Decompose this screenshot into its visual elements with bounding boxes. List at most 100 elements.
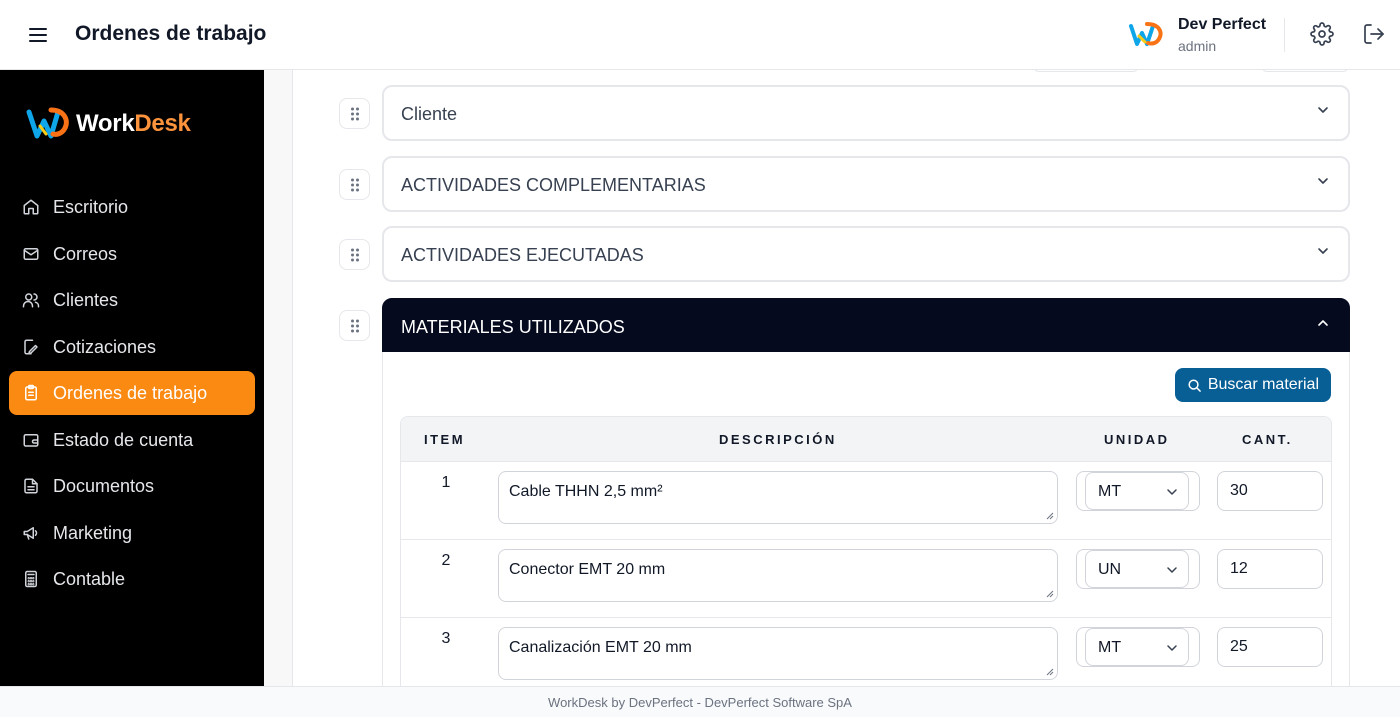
sidebar-item-ordenes-de-trabajo[interactable]: Ordenes de trabajo: [9, 371, 255, 415]
clipboard-icon: [25, 384, 37, 401]
partial-button[interactable]: [1033, 70, 1139, 72]
section-actividades-ejecutadas[interactable]: ACTIVIDADES EJECUTADAS: [382, 226, 1350, 282]
brand-name: WorkDesk: [76, 110, 191, 137]
description-textarea[interactable]: Cable THHN 2,5 mm²: [498, 471, 1058, 524]
description-textarea[interactable]: Canalización EMT 20 mm: [498, 627, 1058, 680]
sidebar-item-documentos[interactable]: Documentos: [9, 464, 255, 508]
users-icon: [22, 293, 40, 308]
main-content: Cliente ACTIVIDADES COMPLEMENTARIAS ACTI…: [264, 70, 1400, 686]
user-logo-icon: [1127, 15, 1165, 53]
item-number: 1: [441, 474, 451, 491]
unit-select[interactable]: UN: [1085, 550, 1189, 588]
section-actividades-complementarias[interactable]: ACTIVIDADES COMPLEMENTARIAS: [382, 156, 1350, 212]
drag-handle[interactable]: [339, 169, 370, 200]
search-material-label: Buscar material: [1207, 376, 1319, 393]
menu-icon: [29, 28, 47, 42]
home-icon: [23, 199, 39, 215]
table-header: ITEM DESCRIPCIÓN UNIDAD CANT.: [401, 417, 1331, 462]
chevron-down-icon: [1167, 567, 1177, 573]
drag-grip-icon: [350, 248, 359, 261]
workdesk-logo-icon: [26, 107, 69, 139]
menu-button[interactable]: [24, 22, 52, 48]
sidebar-item-label: Cotizaciones: [53, 337, 157, 357]
sidebar-item-label: Contable: [53, 569, 126, 589]
drag-grip-icon: [350, 107, 359, 120]
drag-handle[interactable]: [339, 239, 370, 270]
sidebar-item-label: Ordenes de trabajo: [53, 383, 208, 403]
sidebar-item-cotizaciones[interactable]: Cotizaciones: [9, 325, 255, 369]
edit-document-icon: [24, 339, 38, 355]
user-role: admin: [1178, 38, 1217, 54]
chevron-down-icon: [1167, 645, 1177, 651]
unit-value: UN: [1098, 561, 1122, 578]
footer: WorkDesk by DevPerfect - DevPerfect Soft…: [0, 686, 1400, 717]
table-row: 1 Cable THHN 2,5 mm² MT 30: [401, 462, 1331, 540]
drag-grip-icon: [350, 178, 359, 191]
header-divider: [1284, 18, 1285, 52]
section-materiales-utilizados[interactable]: MATERIALES UTILIZADOS: [382, 298, 1350, 352]
quantity-input[interactable]: 12: [1217, 549, 1323, 589]
description-text: Canalización EMT 20 mm: [509, 639, 692, 656]
sidebar-item-marketing[interactable]: Marketing: [9, 511, 255, 555]
sidebar-item-label: Escritorio: [53, 197, 129, 217]
chevron-down-icon: [1318, 107, 1328, 113]
calculator-icon: [25, 570, 37, 588]
section-cliente[interactable]: Cliente: [382, 85, 1350, 141]
sidebar-item-contable[interactable]: Contable: [9, 557, 255, 601]
sidebar-item-escritorio[interactable]: Escritorio: [9, 185, 255, 229]
unit-select[interactable]: MT: [1085, 472, 1189, 510]
settings-button[interactable]: [1310, 22, 1336, 48]
footer-text: WorkDesk by DevPerfect - DevPerfect Soft…: [548, 695, 852, 710]
unit-select[interactable]: MT: [1085, 628, 1189, 666]
document-icon: [24, 478, 38, 494]
page-title: Ordenes de trabajo: [75, 22, 267, 45]
user-name: Dev Perfect: [1178, 16, 1267, 33]
column-header-descripcion: DESCRIPCIÓN: [719, 432, 837, 447]
column-header-item: ITEM: [424, 432, 466, 447]
table-row: 3 Canalización EMT 20 mm MT 25: [401, 618, 1331, 686]
sidebar-item-label: Clientes: [53, 290, 119, 310]
section-title: Cliente: [401, 104, 458, 124]
chevron-down-icon: [1318, 248, 1328, 254]
search-material-button[interactable]: Buscar material: [1174, 368, 1331, 402]
column-header-cantidad: CANT.: [1242, 432, 1293, 447]
search-icon: [1188, 378, 1201, 392]
sidebar-item-label: Marketing: [53, 523, 133, 543]
resize-grip-icon[interactable]: [1046, 668, 1054, 676]
wallet-icon: [23, 434, 39, 447]
sidebar-item-label: Estado de cuenta: [53, 430, 194, 450]
top-header: Ordenes de trabajo Dev Perfect admin: [0, 0, 1400, 70]
partial-button[interactable]: [1261, 70, 1349, 72]
logout-icon: [1364, 24, 1384, 44]
drag-handle[interactable]: [339, 98, 370, 129]
unit-value: MT: [1098, 639, 1122, 656]
resize-grip-icon[interactable]: [1046, 512, 1054, 520]
materiales-section-body: Buscar material ITEM DESCRIPCIÓN UNIDAD …: [382, 352, 1350, 686]
mail-icon: [23, 248, 39, 260]
sidebar-item-correos[interactable]: Correos: [9, 232, 255, 276]
materials-table: ITEM DESCRIPCIÓN UNIDAD CANT. 1 Cable TH…: [400, 416, 1332, 686]
drag-grip-icon: [350, 319, 359, 332]
drag-handle[interactable]: [339, 310, 370, 341]
unit-value: MT: [1098, 483, 1122, 500]
sidebar-item-label: Correos: [53, 244, 118, 264]
item-number: 2: [441, 552, 451, 569]
section-title: ACTIVIDADES EJECUTADAS: [401, 245, 644, 265]
brand-logo[interactable]: WorkDesk: [26, 104, 191, 144]
chevron-down-icon: [1318, 178, 1328, 184]
quantity-input[interactable]: 25: [1217, 627, 1323, 667]
chevron-up-icon: [1318, 320, 1328, 326]
resize-grip-icon[interactable]: [1046, 590, 1054, 598]
megaphone-icon: [23, 527, 38, 540]
chevron-down-icon: [1167, 489, 1177, 495]
section-title: MATERIALES UTILIZADOS: [401, 317, 625, 337]
sidebar-item-estado-de-cuenta[interactable]: Estado de cuenta: [9, 418, 255, 462]
description-text: Cable THHN 2,5 mm²: [509, 483, 663, 500]
column-header-unidad: UNIDAD: [1104, 432, 1170, 447]
sidebar-item-clientes[interactable]: Clientes: [9, 278, 255, 322]
logout-button[interactable]: [1362, 22, 1388, 48]
gear-icon: [1310, 22, 1334, 46]
quantity-input[interactable]: 30: [1217, 471, 1323, 511]
user-avatar[interactable]: [1126, 14, 1166, 54]
description-textarea[interactable]: Conector EMT 20 mm: [498, 549, 1058, 602]
